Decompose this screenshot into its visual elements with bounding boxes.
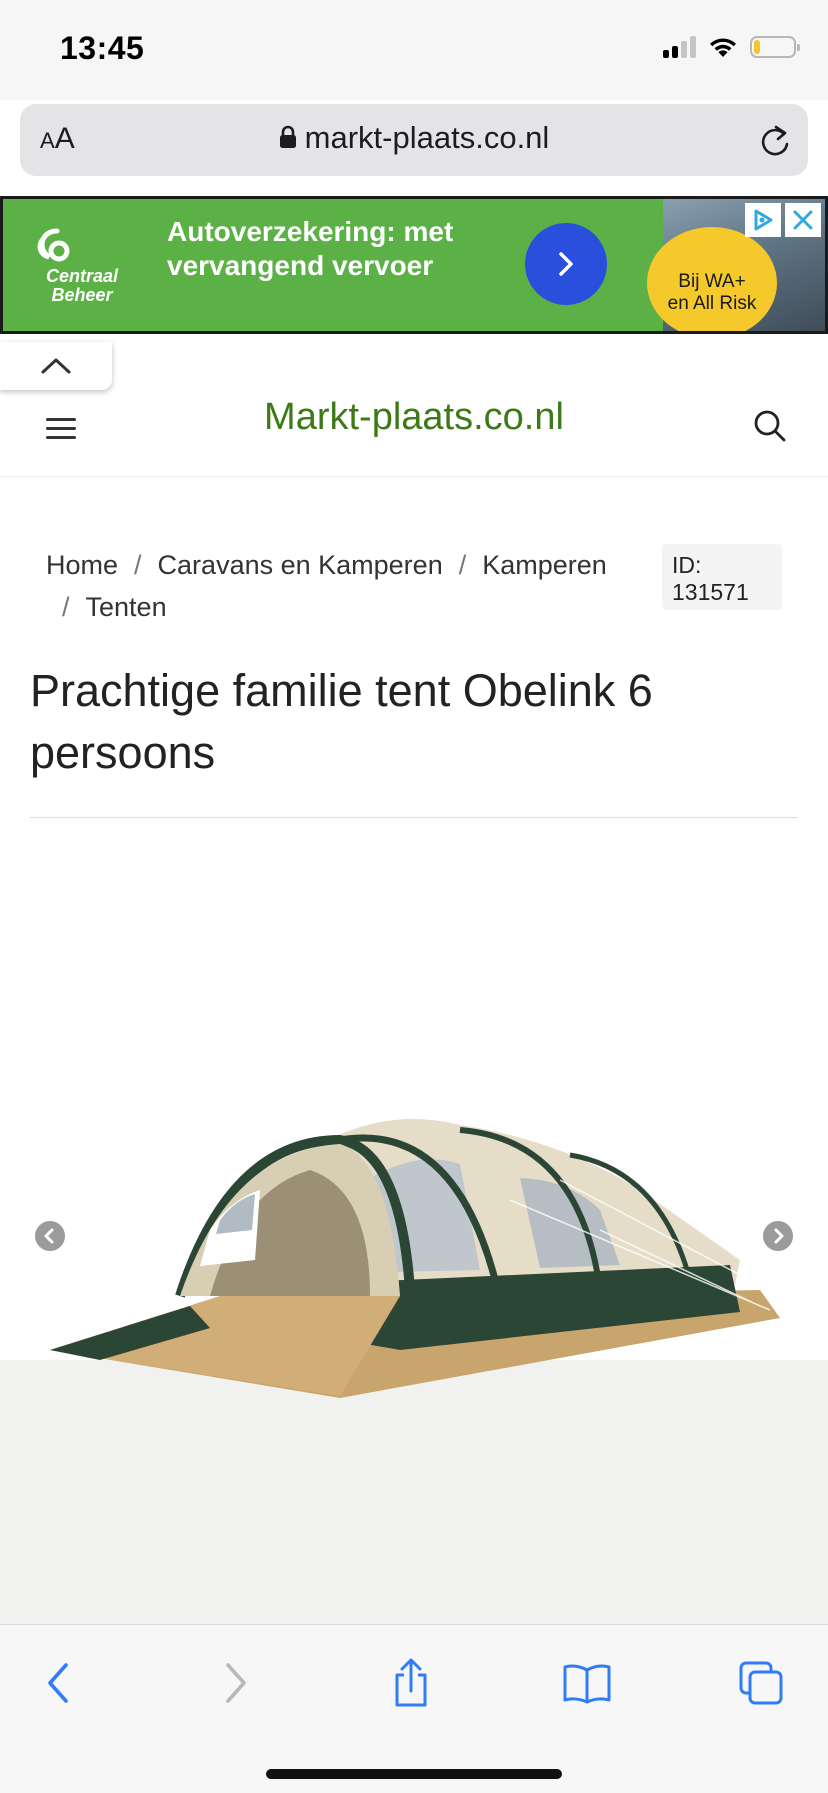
chevron-up-icon bbox=[41, 358, 71, 374]
tent-photo bbox=[50, 1119, 781, 1398]
status-icons bbox=[663, 36, 800, 58]
tabs-icon bbox=[739, 1661, 783, 1705]
listing-title: Prachtige familie tent Obelink 6 persoon… bbox=[30, 665, 653, 778]
browser-toolbar bbox=[0, 1624, 828, 1793]
battery-icon bbox=[750, 36, 800, 58]
reload-icon[interactable] bbox=[758, 122, 792, 158]
listing-id-badge: ID: 131571 bbox=[662, 544, 782, 610]
breadcrumb-separator: / bbox=[134, 550, 142, 580]
chevron-right-icon bbox=[559, 252, 573, 276]
adchoices-triangle-icon bbox=[754, 209, 773, 231]
breadcrumb-separator: / bbox=[458, 550, 467, 580]
collapse-ad-button[interactable] bbox=[0, 342, 112, 390]
lock-icon bbox=[279, 125, 296, 148]
brand-mark-icon bbox=[37, 228, 70, 262]
adchoices-icon[interactable] bbox=[745, 203, 781, 237]
carousel-next-button[interactable] bbox=[760, 1218, 796, 1254]
centraal-beheer-logo: Centraal Beheer bbox=[27, 227, 137, 305]
share-icon bbox=[395, 1658, 427, 1707]
breadcrumb-kamperen[interactable]: Kamperen bbox=[482, 550, 607, 580]
tabs-button[interactable] bbox=[726, 1653, 796, 1713]
cellular-signal-icon bbox=[663, 36, 696, 58]
breadcrumb-home[interactable]: Home bbox=[46, 550, 118, 580]
advertisement-banner[interactable]: Centraal Beheer Autoverzekering: met ver… bbox=[0, 196, 828, 334]
wifi-icon bbox=[710, 38, 736, 57]
ad-badge-line2: en All Risk bbox=[667, 293, 757, 314]
ad-brand-line1: Centraal bbox=[45, 266, 119, 286]
breadcrumb-caravans[interactable]: Caravans en Kamperen bbox=[158, 550, 443, 580]
breadcrumb: Home / Caravans en Kamperen / Kamperen / Tente… bbox=[46, 544, 656, 628]
close-icon bbox=[793, 210, 813, 230]
status-time: 13:45 bbox=[60, 30, 145, 66]
ad-close-button[interactable] bbox=[785, 203, 821, 237]
listing-id-value: 131571 bbox=[672, 579, 749, 605]
share-button[interactable] bbox=[376, 1653, 446, 1713]
url-text: markt-plaats.co.nl bbox=[304, 120, 550, 155]
ad-cta-button[interactable] bbox=[525, 223, 607, 305]
forward-button[interactable] bbox=[200, 1653, 270, 1713]
breadcrumb-tenten[interactable]: Tenten bbox=[86, 592, 167, 622]
chevron-right-icon bbox=[774, 1228, 784, 1244]
back-icon bbox=[48, 1663, 68, 1703]
carousel-previous-button[interactable] bbox=[32, 1218, 68, 1254]
breadcrumb-separator: / bbox=[62, 592, 70, 622]
search-icon[interactable] bbox=[752, 408, 788, 444]
site-header: Markt-plaats.co.nl bbox=[0, 390, 828, 477]
url-field[interactable]: markt-plaats.co.nl bbox=[20, 120, 808, 156]
image-carousel[interactable] bbox=[0, 840, 828, 1624]
listing-id-label: ID: bbox=[672, 552, 702, 578]
ad-badge-line1: Bij WA+ bbox=[678, 271, 746, 292]
chevron-left-icon bbox=[44, 1228, 54, 1244]
forward-icon bbox=[226, 1663, 246, 1703]
bookmarks-icon bbox=[563, 1664, 611, 1704]
site-logo[interactable]: Markt-plaats.co.nl bbox=[0, 396, 828, 439]
ad-badge: Bij WA+ en All Risk bbox=[647, 227, 777, 331]
home-indicator bbox=[266, 1769, 562, 1779]
ad-headline: Autoverzekering: met vervangend vervoer bbox=[167, 216, 454, 281]
back-button[interactable] bbox=[24, 1653, 94, 1713]
ad-brand-line2: Beheer bbox=[51, 285, 113, 305]
bookmarks-button[interactable] bbox=[552, 1653, 622, 1713]
status-bar: 13:45 bbox=[0, 0, 828, 100]
title-divider bbox=[30, 817, 798, 818]
address-bar[interactable]: AA markt-plaats.co.nl bbox=[20, 104, 808, 176]
